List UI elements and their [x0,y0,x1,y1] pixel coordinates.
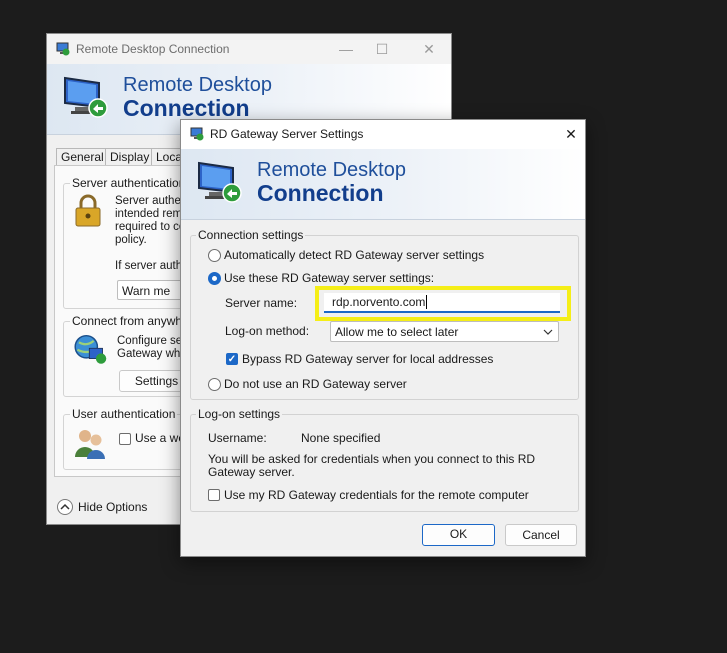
hide-options-toggle[interactable] [57,499,73,515]
logon-method-value: Allow me to select later [335,325,459,339]
radio-use-settings[interactable] [208,272,221,285]
checkbox-label: Use a we [135,431,186,445]
dialog-title: RD Gateway Server Settings [210,127,364,141]
close-button[interactable]: ✕ [562,125,580,143]
use-web-account-checkbox[interactable] [119,433,131,445]
username-value: None specified [301,431,381,445]
text-line: Server authe [115,195,181,207]
banner-line2: Connection [123,95,250,121]
if-server-auth-label: If server auth [115,260,183,272]
text-line: Gateway whe [117,348,187,360]
server-name-value: rdp.norvento.com [332,295,426,309]
tab-general[interactable]: General [56,148,109,166]
group-title: Connection settings [196,228,306,242]
chevron-down-icon [543,329,553,335]
logon-info-line2: Gateway server. [208,465,295,479]
monitor-icon [198,161,242,203]
lock-icon [75,194,101,227]
title-bar[interactable]: Remote Desktop Connection — ☐ ✕ [47,34,451,64]
dialog-title-bar[interactable]: RD Gateway Server Settings ✕ [181,120,585,149]
bypass-local-checkbox[interactable]: ✓ [226,353,238,365]
server-name-label: Server name: [225,296,298,310]
text-line: required to co [115,221,186,233]
logon-info-line1: You will be asked for credentials when y… [208,452,536,466]
gateway-monitor-icon [74,334,107,364]
radio-no-gateway[interactable] [208,378,221,391]
logon-method-label: Log-on method: [225,324,310,338]
group-title: Log-on settings [196,407,283,421]
radio-no-gateway-label: Do not use an RD Gateway server [224,377,407,391]
text-line: Configure se [117,335,183,347]
monitor-icon [64,76,108,118]
rd-gateway-settings-dialog: RD Gateway Server Settings ✕ Remote Desk… [180,119,586,557]
users-icon [75,430,105,459]
minimize-button[interactable]: — [337,40,355,58]
close-button[interactable]: ✕ [420,40,438,58]
cancel-button[interactable]: Cancel [505,524,577,546]
window-title: Remote Desktop Connection [76,42,230,56]
text-line: intended rem [115,208,183,220]
group-title: User authentication [70,407,178,421]
use-credentials-checkbox[interactable] [208,489,220,501]
username-label: Username: [208,431,267,445]
dialog-banner: Remote Desktop Connection [181,149,585,220]
group-title: Server authentication [70,176,188,190]
maximize-button[interactable]: ☐ [373,40,391,58]
text-cursor [426,295,428,309]
radio-auto-detect-label: Automatically detect RD Gateway server s… [224,248,485,262]
logon-method-select[interactable]: Allow me to select later [330,321,559,342]
hide-options-label[interactable]: Hide Options [78,500,147,514]
text-line: policy. [115,234,147,246]
ok-button[interactable]: OK [422,524,495,546]
server-name-input[interactable]: rdp.norvento.com [324,293,560,313]
radio-auto-detect[interactable] [208,249,221,262]
rdc-app-icon [190,127,204,141]
use-credentials-label: Use my RD Gateway credentials for the re… [224,488,529,502]
chevron-up-icon [60,503,70,510]
banner-line2: Connection [257,180,384,206]
banner-line1: Remote Desktop [123,74,272,96]
banner-line1: Remote Desktop [257,159,406,181]
rdc-app-icon [56,42,70,56]
tab-display[interactable]: Display [105,148,155,166]
radio-use-settings-label: Use these RD Gateway server settings: [224,271,435,285]
bypass-local-label: Bypass RD Gateway server for local addre… [242,352,494,366]
